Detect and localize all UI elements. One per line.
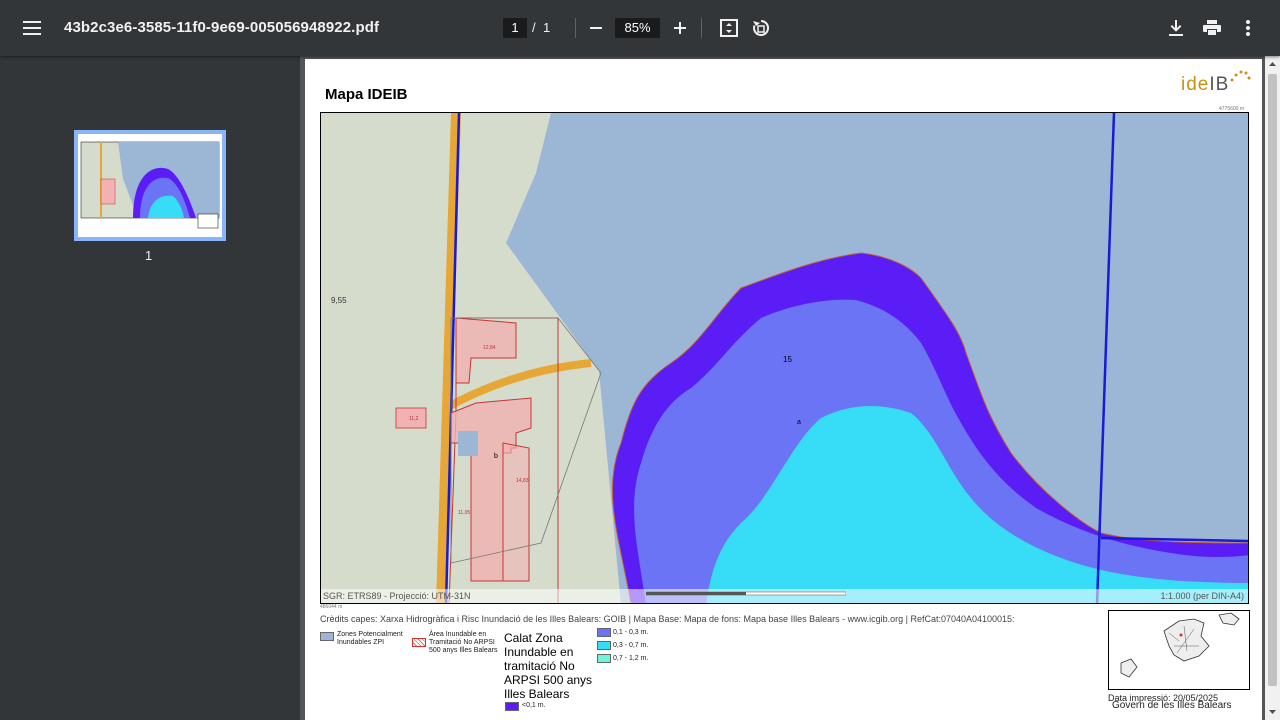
minus-icon [590, 27, 602, 29]
elevation-label: 14,83 [516, 478, 529, 484]
elevation-label: 12,84 [483, 345, 496, 351]
more-vert-icon [1246, 20, 1250, 36]
scrollbar-thumb[interactable] [1268, 74, 1277, 686]
page-number-input[interactable]: 1 [503, 18, 527, 38]
projection-label: SGR: ETRS89 - Projecció: UTM-31N [323, 591, 471, 601]
fit-page-icon [720, 19, 738, 37]
print-icon [1203, 20, 1221, 36]
legend-swatch-arpsi [412, 638, 426, 647]
pdf-toolbar: 43b2c3e6-3585-11f0-9e69-005056948922.pdf… [0, 0, 1280, 56]
scroll-down-icon [1269, 710, 1276, 714]
legend-zpi-label: Zones Potencialment Inundables ZPI [337, 631, 403, 646]
area-label: a [797, 419, 801, 426]
print-button[interactable] [1196, 12, 1228, 44]
thumbnail-image [78, 134, 222, 237]
divider [701, 18, 702, 38]
menu-icon[interactable] [16, 12, 48, 44]
govern-label: Govern de les Illes Balears [1112, 700, 1232, 711]
thumbnail-page-number: 1 [145, 248, 153, 263]
more-options-button[interactable] [1232, 12, 1264, 44]
legend-range-label: <0,1 m. [522, 702, 546, 709]
scroll-up-icon [1269, 62, 1276, 66]
pdf-page: Mapa IDEIB ideIB 4775600 m 9,55 12,84 15… [305, 59, 1262, 720]
download-icon [1169, 20, 1183, 36]
legend-swatch-zpi [320, 632, 334, 641]
zoom-out-button[interactable] [580, 12, 612, 44]
vertical-scrollbar[interactable] [1265, 56, 1280, 720]
divider [575, 18, 576, 38]
map-footer: SGR: ETRS89 - Projecció: UTM-31N 1:1.000… [321, 589, 1248, 603]
scale-bar [646, 591, 846, 596]
zoom-level-input[interactable]: 85% [615, 18, 660, 38]
legend-swatch-range-3 [597, 654, 611, 663]
coord-label: 486044 m [320, 604, 343, 610]
legend-range-label: 0,7 - 1,2 m. [613, 655, 649, 662]
flood-map[interactable]: 9,55 12,84 15 a b 14,83 11,05 11,2 SGR: … [320, 112, 1249, 604]
elevation-label: 11,05 [458, 510, 471, 516]
fit-to-page-button[interactable] [713, 12, 745, 44]
rotate-button[interactable] [745, 12, 777, 44]
file-name: 43b2c3e6-3585-11f0-9e69-005056948922.pdf [64, 19, 380, 36]
elevation-label: 11,2 [409, 416, 419, 422]
zoom-in-button[interactable] [664, 12, 696, 44]
map-credits: Crèdits capes: Xarxa Hidrogràfica i Risc… [320, 614, 1015, 624]
document-viewer: Mapa IDEIB ideIB 4775600 m 9,55 12,84 15… [300, 56, 1280, 720]
legend-range-label: 0,1 - 0,3 m. [613, 629, 649, 636]
legend-swatch-range-0 [505, 702, 519, 711]
legend-swatch-range-1 [597, 628, 611, 637]
ideib-logo: ideIB [1181, 70, 1251, 96]
download-button[interactable] [1160, 12, 1192, 44]
page-separator: / [532, 20, 536, 35]
legend-swatch-range-2 [597, 641, 611, 650]
legend-range-label: 0,3 - 0,7 m. [613, 642, 649, 649]
page-title: Mapa IDEIB [325, 86, 408, 103]
scale-label: 1:1.000 (per DIN-A4) [1160, 591, 1244, 601]
overview-map [1108, 610, 1250, 690]
total-pages: 1 [543, 20, 551, 35]
plot-label: b [494, 453, 498, 460]
rotate-icon [753, 19, 770, 36]
thumbnail-sidebar: 1 [0, 56, 300, 720]
legend-calat-title: Calat Zona Inundable en tramitació No AR… [504, 631, 593, 701]
legend-arpsi-label: Àrea Inundable en Tramitació No ARPSI 50… [429, 631, 498, 654]
page-thumbnail[interactable] [74, 130, 226, 241]
elevation-label: 15 [783, 355, 792, 364]
logo-dots-icon [1230, 70, 1251, 82]
overview-map-graphic [1120, 612, 1240, 678]
elevation-label: 9,55 [331, 296, 347, 305]
plus-icon [674, 22, 686, 34]
